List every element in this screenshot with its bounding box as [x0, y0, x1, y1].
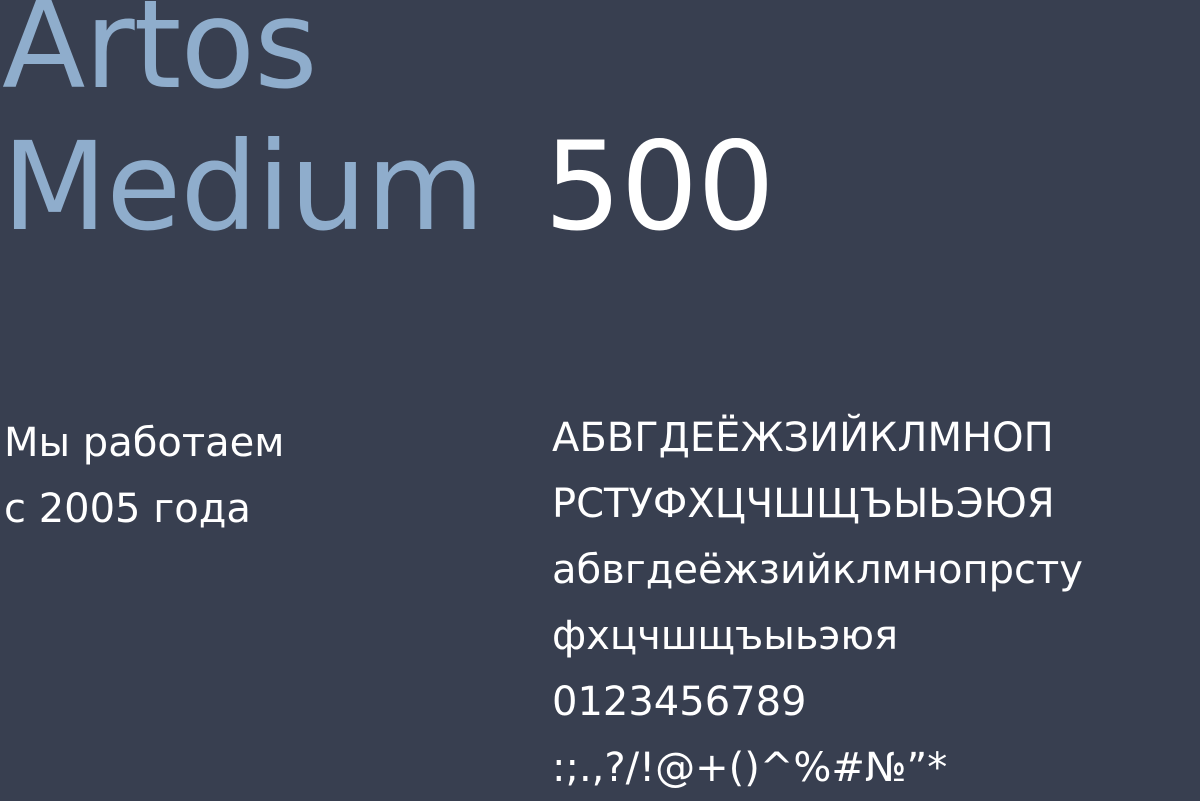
specimen-uppercase-line-2: РСТУФХЦЧШЩЪЫЬЭЮЯ	[552, 481, 1055, 527]
font-weight-number: 500	[544, 116, 775, 258]
specimen-digits: 0123456789	[552, 679, 807, 725]
specimen-lowercase-line-1: абвгдеёжзийклмнопрсту	[552, 547, 1083, 593]
tagline: Мы работаем с 2005 года	[4, 410, 284, 542]
specimen-lowercase-line-2: фхцчшщъыьэюя	[552, 613, 899, 659]
font-style-name: Medium	[2, 116, 485, 258]
tagline-line-2: с 2005 года	[4, 486, 251, 532]
character-specimen: АБВГДЕЁЖЗИЙКЛМНОП РСТУФХЦЧШЩЪЫЬЭЮЯ абвгд…	[552, 405, 1083, 801]
specimen-uppercase-line-1: АБВГДЕЁЖЗИЙКЛМНОП	[552, 415, 1054, 461]
font-family-name: Artos	[2, 0, 318, 116]
specimen-symbols: :;.,?/!@+()^%#№”*	[552, 745, 948, 791]
tagline-line-1: Мы работаем	[4, 420, 285, 466]
